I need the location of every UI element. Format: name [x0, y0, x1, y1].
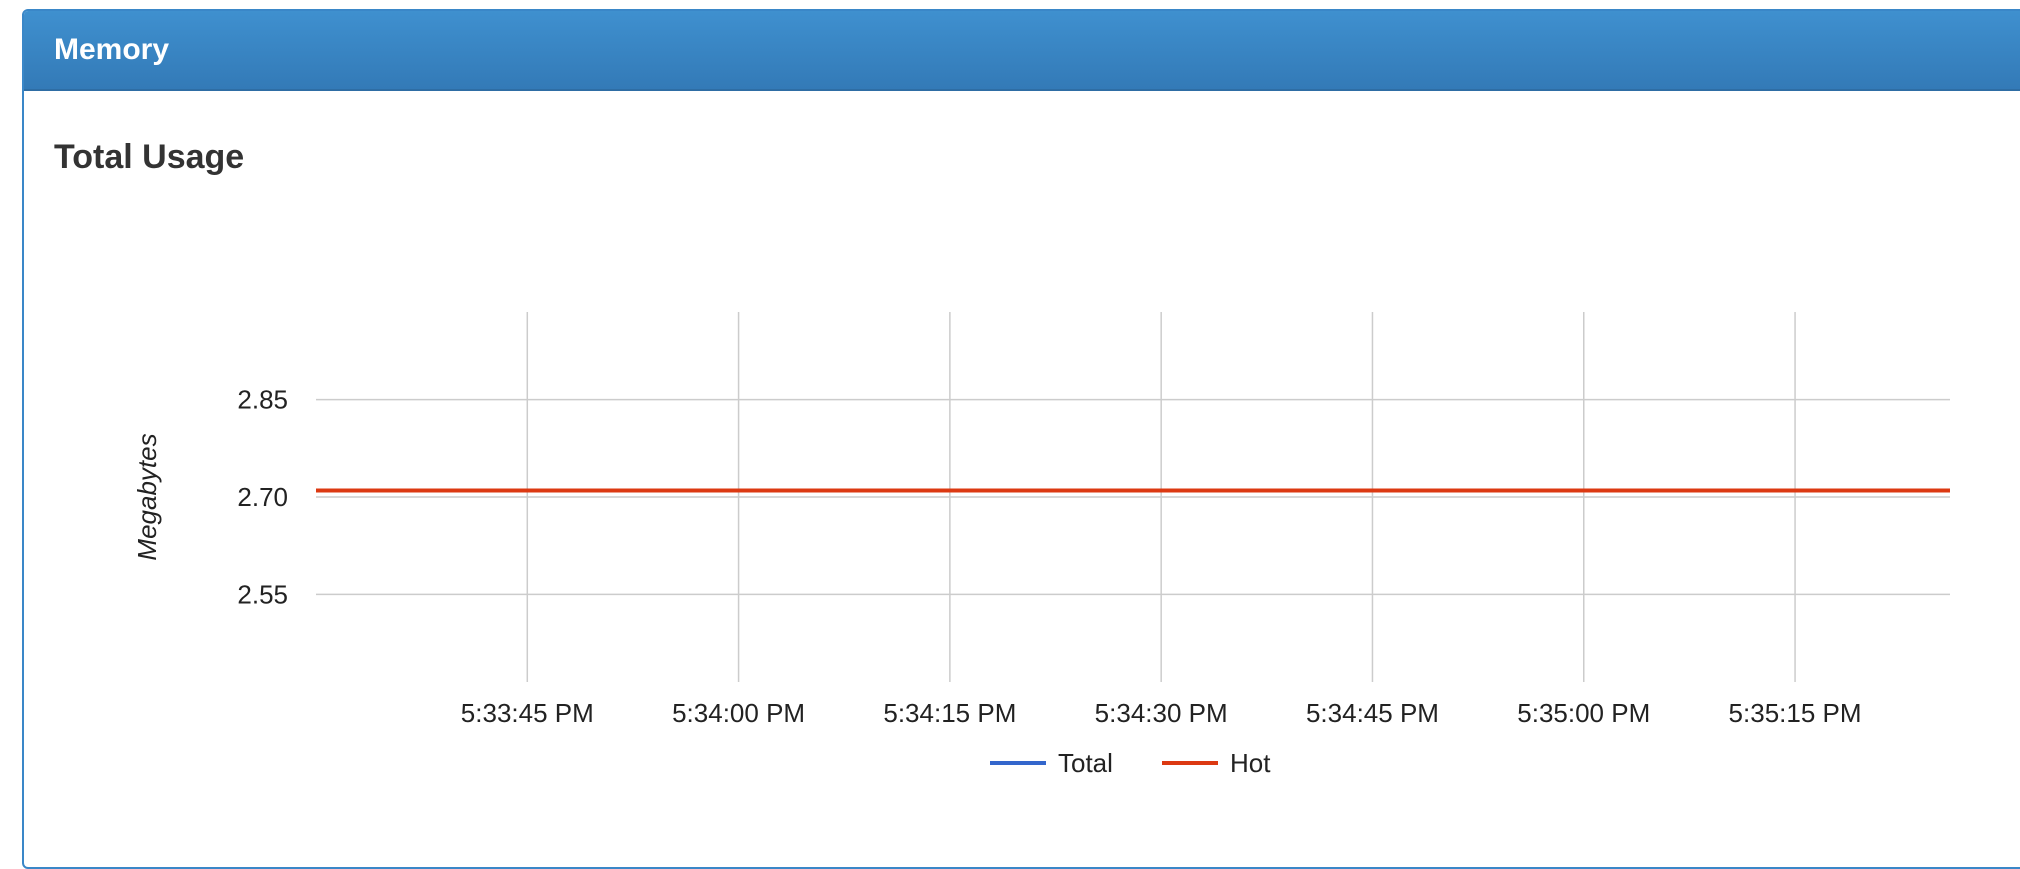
y-tick-label: 2.85 — [237, 385, 288, 415]
y-tick-label: 2.55 — [237, 579, 288, 609]
x-tick-label: 5:34:30 PM — [1095, 698, 1228, 728]
x-tick-label: 5:34:00 PM — [672, 698, 805, 728]
y-tick-label: 2.70 — [237, 482, 288, 512]
y-axis-title: Megabytes — [132, 433, 162, 560]
x-tick-label: 5:35:15 PM — [1729, 698, 1862, 728]
x-tick-label: 5:35:00 PM — [1517, 698, 1650, 728]
legend-label-hot: Hot — [1230, 748, 1271, 778]
legend-label-total: Total — [1058, 748, 1113, 778]
memory-usage-chart: 5:33:45 PM 5:34:00 PM 5:34:15 PM 5:34:30 PM… — [132, 312, 1950, 778]
x-tick-label: 5:34:15 PM — [883, 698, 1016, 728]
x-tick-label: 5:34:45 PM — [1306, 698, 1439, 728]
x-tick-label: 5:33:45 PM — [461, 698, 594, 728]
